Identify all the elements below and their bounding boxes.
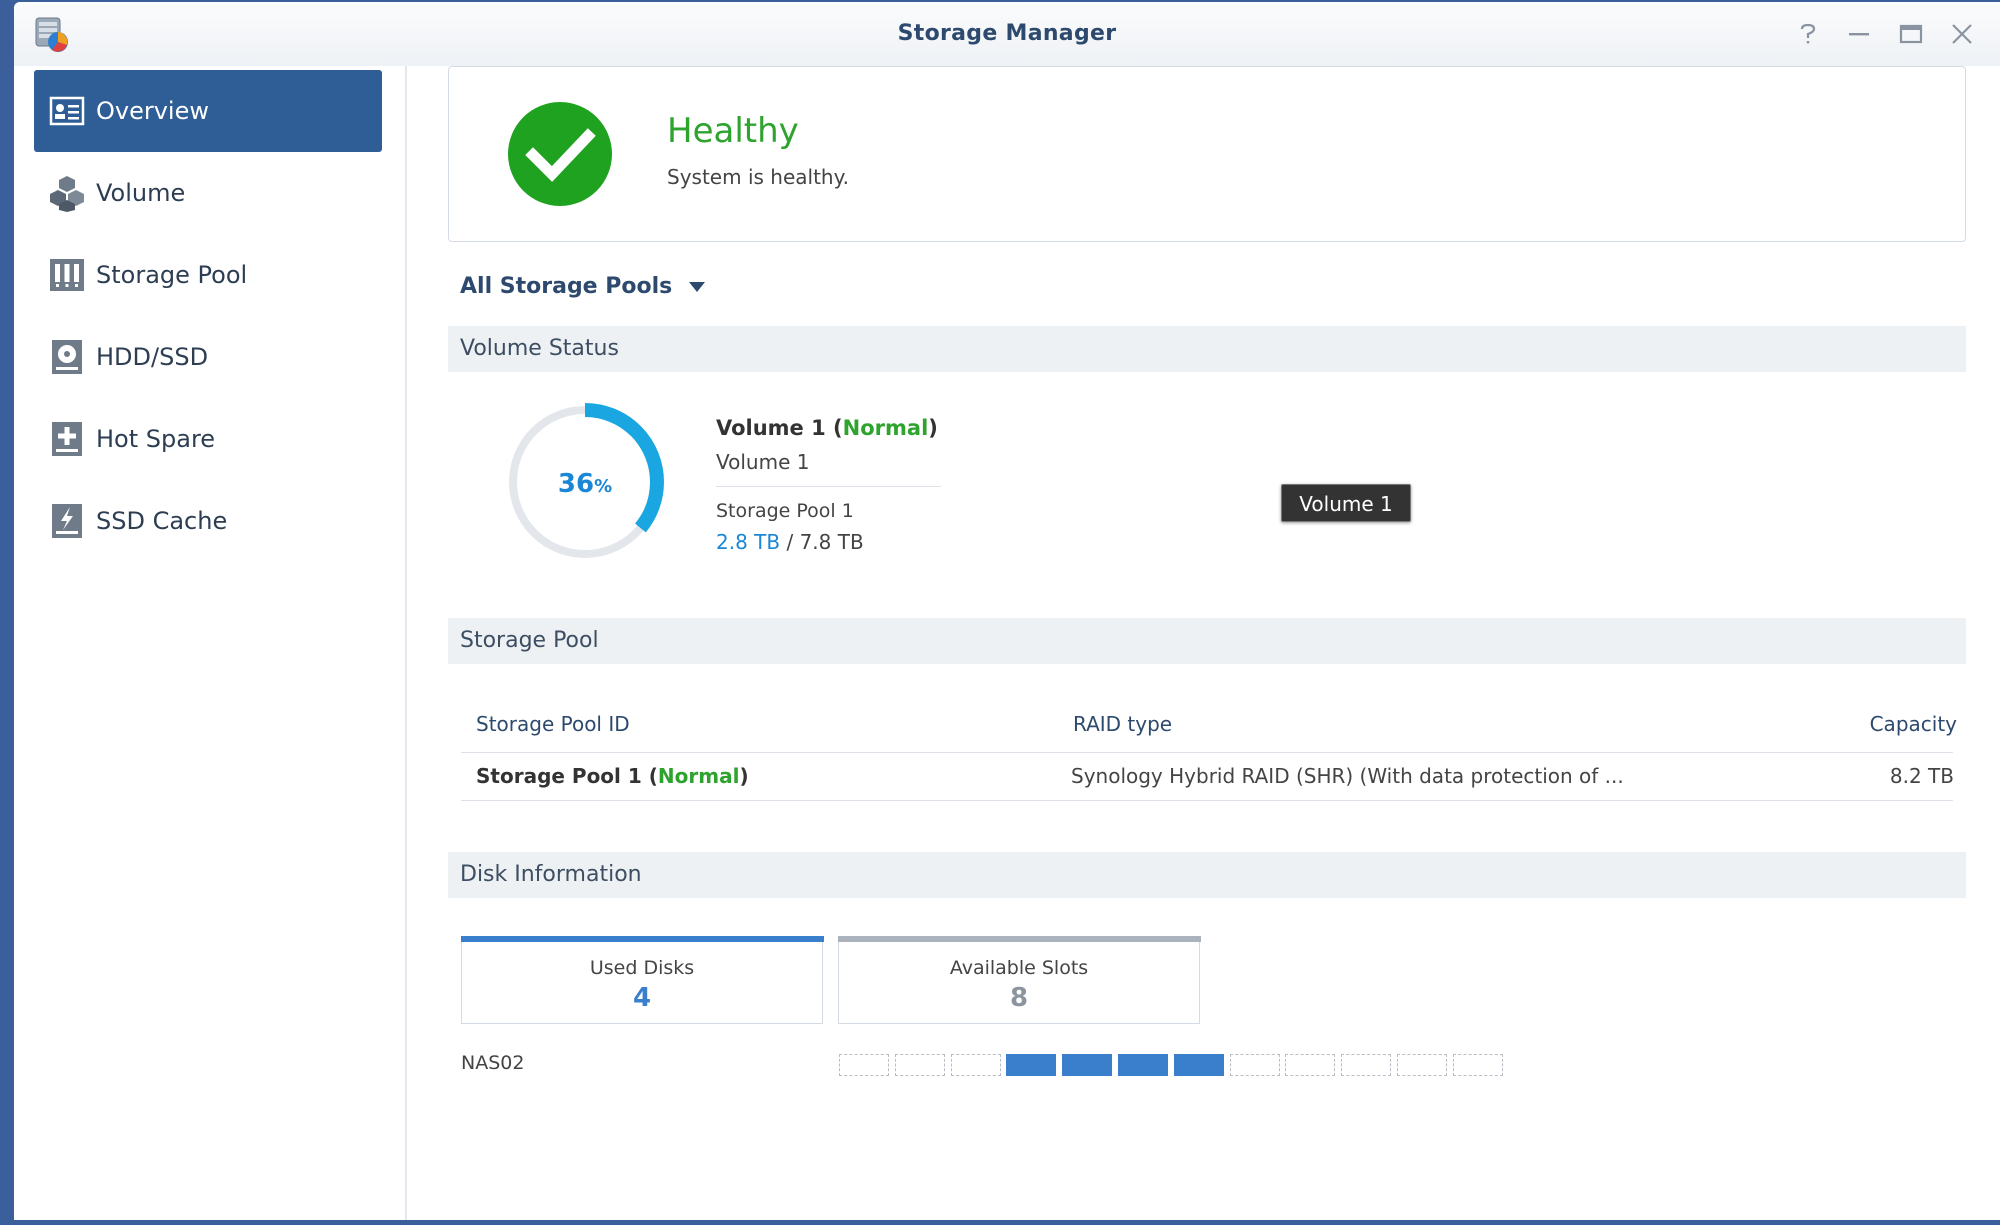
sidebar-item-hdd-ssd[interactable]: HDD/SSD [34, 316, 382, 398]
minimize-icon [1849, 33, 1869, 36]
pool-raid-type: Synology Hybrid RAID (SHR) (With data pr… [1071, 764, 1624, 788]
sidebar-item-label: HDD/SSD [96, 343, 209, 371]
title-bar: Storage Manager [14, 2, 2000, 66]
health-status-card: Healthy System is healthy. [448, 66, 1966, 242]
sidebar-item-label: SSD Cache [96, 507, 228, 535]
used-disks-bar [460, 935, 824, 942]
minimize-button[interactable] [1845, 20, 1873, 48]
disk-slot-empty[interactable] [950, 1054, 1001, 1076]
ssd-cache-bolt-icon [48, 502, 86, 540]
available-slots-card[interactable]: Available Slots 8 [837, 935, 1201, 1024]
main-content: Healthy System is healthy. All Storage P… [407, 66, 2000, 1220]
available-slots-label: Available Slots [949, 957, 1089, 979]
sidebar-item-hot-spare[interactable]: Hot Spare [34, 398, 382, 480]
maximize-button[interactable] [1897, 20, 1925, 48]
disk-slot-map [839, 1054, 1509, 1076]
used-disks-count: 4 [632, 983, 652, 1013]
sidebar-item-volume[interactable]: Volume [34, 152, 382, 234]
disk-slot-used[interactable] [1062, 1054, 1113, 1076]
disk-slot-empty[interactable] [1285, 1054, 1336, 1076]
disk-slot-empty[interactable] [839, 1054, 889, 1076]
available-slots-count: 8 [1009, 983, 1029, 1013]
pool-capacity: 8.2 TB [1889, 764, 1954, 788]
sidebar-item-storage-pool[interactable]: Storage Pool [34, 234, 382, 316]
hdd-icon [48, 338, 86, 376]
health-subtitle: System is healthy. [667, 165, 849, 189]
disk-slot-empty[interactable] [1341, 1054, 1392, 1076]
healthy-check-icon [508, 102, 612, 206]
table-header-divider [461, 752, 1953, 753]
volume-used: 2.8 TB [716, 530, 781, 554]
used-disks-label: Used Disks [589, 957, 695, 979]
usage-percent-text: 36% [558, 469, 612, 499]
disk-slot-empty[interactable] [894, 1054, 945, 1076]
window-title: Storage Manager [897, 21, 1117, 46]
close-icon [1952, 24, 1972, 44]
volume-usage-donut: 36% [506, 403, 664, 561]
disk-slot-used[interactable] [1173, 1054, 1224, 1076]
sidebar-item-label: Volume [96, 179, 186, 207]
sidebar-item-label: Hot Spare [96, 425, 216, 453]
sidebar-item-overview[interactable]: Overview [34, 70, 382, 152]
storage-manager-window: Storage Manager Overview Volume Storage … [14, 2, 2000, 1220]
storage-pool-icon [48, 256, 86, 294]
volume-status: Normal [842, 416, 929, 440]
help-button[interactable] [1794, 20, 1822, 48]
volume-name: Volume 1 (Normal) [716, 416, 938, 440]
column-header-raid-type[interactable]: RAID type [1073, 712, 1172, 736]
sidebar-item-label: Storage Pool [96, 261, 248, 289]
used-disks-card[interactable]: Used Disks 4 [460, 935, 824, 1024]
disk-slot-used[interactable] [1117, 1054, 1168, 1076]
close-button[interactable] [1948, 20, 1976, 48]
table-row[interactable]: Storage Pool 1 (Normal) [476, 764, 749, 788]
pool-filter-label: All Storage Pools [460, 274, 673, 299]
disk-slot-empty[interactable] [1452, 1054, 1503, 1076]
pool-status: Normal [657, 764, 740, 788]
help-icon [1800, 23, 1816, 44]
volume-capacity: 2.8 TB / 7.8 TB [716, 530, 864, 554]
column-header-capacity[interactable]: Capacity [1870, 712, 1957, 736]
nas-name: NAS02 [461, 1052, 525, 1074]
volume-divider [716, 486, 941, 487]
hot-spare-plus-icon [48, 420, 86, 458]
overview-icon [48, 92, 86, 130]
disk-slot-used[interactable] [1006, 1054, 1057, 1076]
volume-status-header: Volume Status [448, 326, 1966, 372]
available-slots-bar [837, 935, 1201, 942]
volume-tooltip: Volume 1 [1281, 484, 1411, 522]
health-title: Healthy [667, 111, 799, 151]
table-row-divider [461, 800, 1953, 801]
maximize-icon [1899, 24, 1923, 44]
storage-pool-filter-dropdown[interactable]: All Storage Pools [460, 274, 706, 299]
disk-information-header: Disk Information [448, 852, 1966, 898]
disk-slot-empty[interactable] [1396, 1054, 1447, 1076]
storage-pool-header: Storage Pool [448, 618, 1966, 664]
sidebar-item-label: Overview [96, 97, 209, 125]
volume-cubes-icon [48, 174, 86, 212]
sidebar-item-ssd-cache[interactable]: SSD Cache [34, 480, 382, 562]
sidebar: Overview Volume Storage Pool HDD/SSD Hot… [14, 66, 407, 1220]
volume-pool: Storage Pool 1 [716, 500, 854, 522]
volume-description: Volume 1 [716, 450, 810, 474]
column-header-pool-id[interactable]: Storage Pool ID [476, 712, 630, 736]
volume-total: 7.8 TB [799, 530, 864, 554]
chevron-down-icon [689, 281, 706, 292]
disk-slot-empty[interactable] [1229, 1054, 1280, 1076]
